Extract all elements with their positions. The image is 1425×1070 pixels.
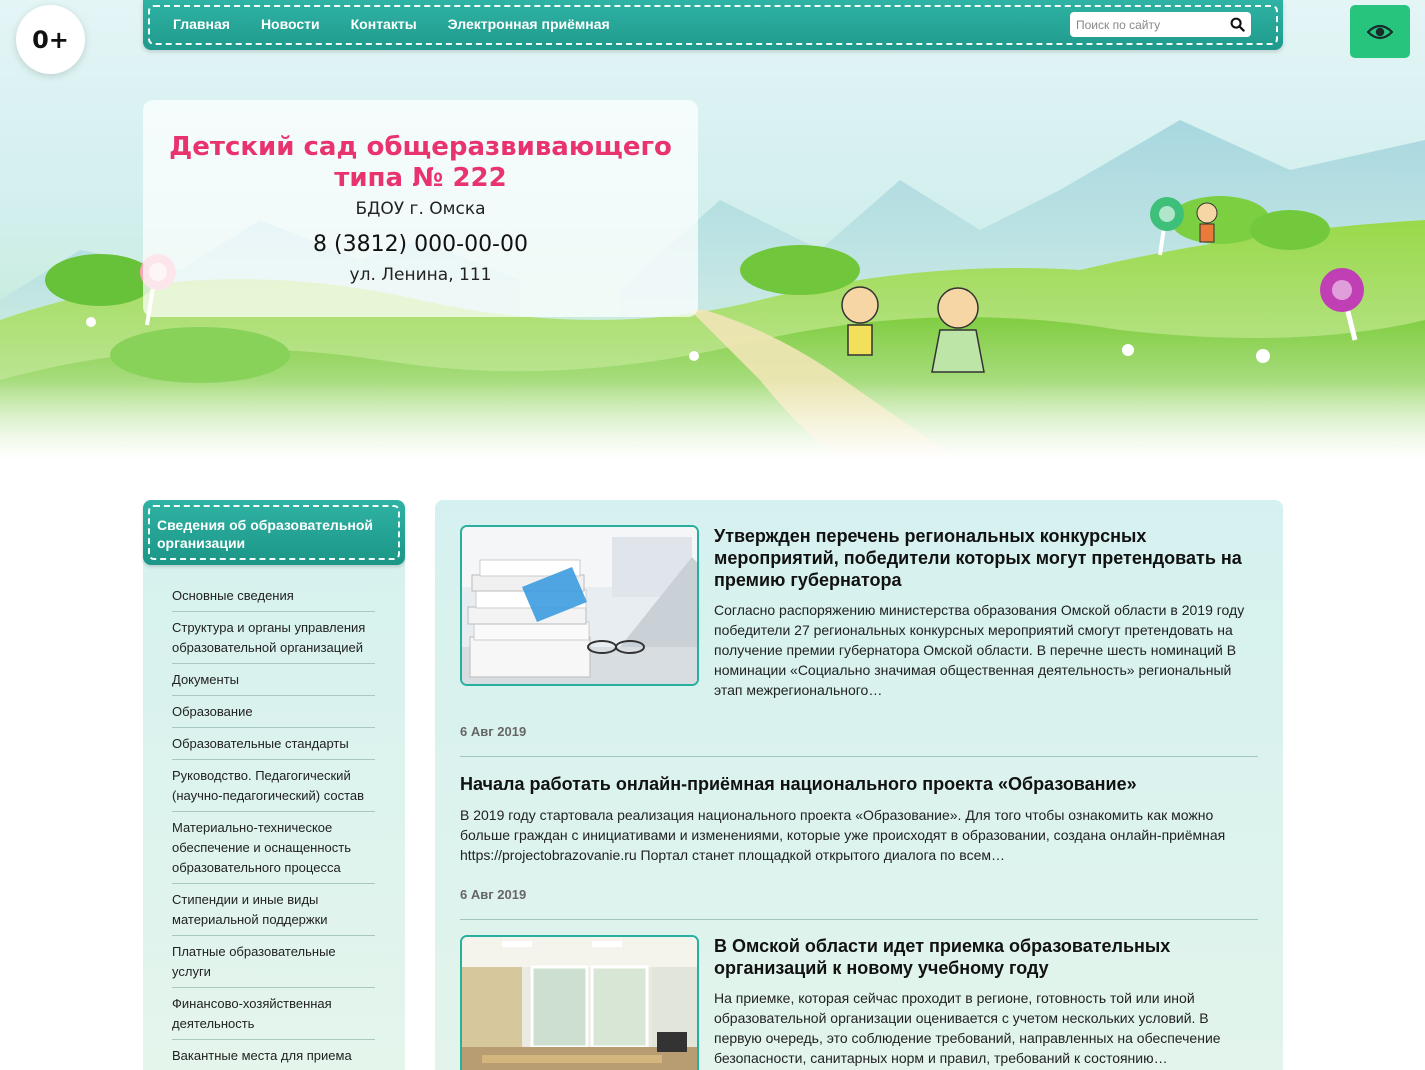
nav-item-home[interactable]: Главная [173,16,230,32]
organization-title: Детский сад общеразвивающего типа № 222 [169,132,672,193]
accessibility-button[interactable] [1350,5,1410,58]
sidebar-item-paid-services[interactable]: Платные образовательные услуги [172,942,375,988]
news-date: 6 Авг 2019 [460,887,527,902]
news-item: Начала работать онлайн-приёмная национал… [460,773,1258,902]
news-excerpt: Согласно распоряжению министерства образ… [714,602,1245,698]
organization-card: Детский сад общеразвивающего типа № 222 … [143,100,698,317]
news-date: 6 Авг 2019 [460,724,527,739]
news-feed: Утвержден перечень региональных конкурсн… [435,500,1283,1070]
sidebar-item-basic-info[interactable]: Основные сведения [172,586,375,612]
sidebar-item-structure[interactable]: Структура и органы управления образовате… [172,618,375,664]
search-box [1070,12,1251,37]
classroom-image [462,937,697,1070]
sidebar-item-education[interactable]: Образование [172,702,375,728]
organization-address: ул. Ленина, 111 [349,265,492,285]
sidebar-item-finance[interactable]: Финансово-хозяйственная деятельность [172,994,375,1040]
news-content: Утвержден перечень региональных конкурсн… [714,525,1258,700]
news-content: В Омской области идет приемка образовате… [714,935,1258,1068]
sidebar-menu: Основные сведения Структура и органы упр… [172,586,375,1070]
eye-icon [1367,24,1393,39]
search-icon[interactable] [1230,17,1245,32]
sidebar-item-standards[interactable]: Образовательные стандарты [172,734,375,760]
organization-phone[interactable]: 8 (3812) 000-00-00 [143,232,698,257]
age-rating-badge: 0+ [16,5,85,74]
nav-item-e-reception[interactable]: Электронная приёмная [448,16,610,32]
news-divider [460,756,1258,757]
sidebar-item-facilities[interactable]: Материально-техническое обеспечение и ос… [172,818,375,884]
news-thumbnail-documents[interactable] [460,525,699,686]
sidebar-item-documents[interactable]: Документы [172,670,375,696]
sidebar: Сведения об образовательной организации … [143,500,405,1070]
news-title[interactable]: В Омской области идет приемка образовате… [714,935,1258,979]
sidebar-item-scholarships[interactable]: Стипендии и иные виды материальной подде… [172,890,375,936]
nav-item-news[interactable]: Новости [261,16,320,32]
nav-item-contacts[interactable]: Контакты [351,16,417,32]
sidebar-title: Сведения об образовательной организации [157,517,374,551]
top-navigation: Главная Новости Контакты Электронная при… [143,0,1283,50]
sidebar-header: Сведения об образовательной организации [143,500,405,565]
search-input[interactable] [1070,17,1220,32]
news-thumbnail-classroom[interactable] [460,935,699,1070]
news-excerpt: На приемке, которая сейчас проходит в ре… [714,990,1221,1066]
documents-laptop-image [462,527,697,684]
news-excerpt: В 2019 году стартовала реализация национ… [460,807,1226,863]
organization-subtitle: БДОУ г. Омска [355,199,486,219]
nav-menu: Главная Новости Контакты Электронная при… [173,16,641,32]
news-title[interactable]: Начала работать онлайн-приёмная национал… [460,773,1258,795]
news-divider [460,919,1258,920]
sidebar-item-vacancies[interactable]: Вакантные места для приема (перевода) [172,1046,375,1070]
sidebar-item-staff[interactable]: Руководство. Педагогический (научно-педа… [172,766,375,812]
news-title[interactable]: Утвержден перечень региональных конкурсн… [714,525,1258,591]
